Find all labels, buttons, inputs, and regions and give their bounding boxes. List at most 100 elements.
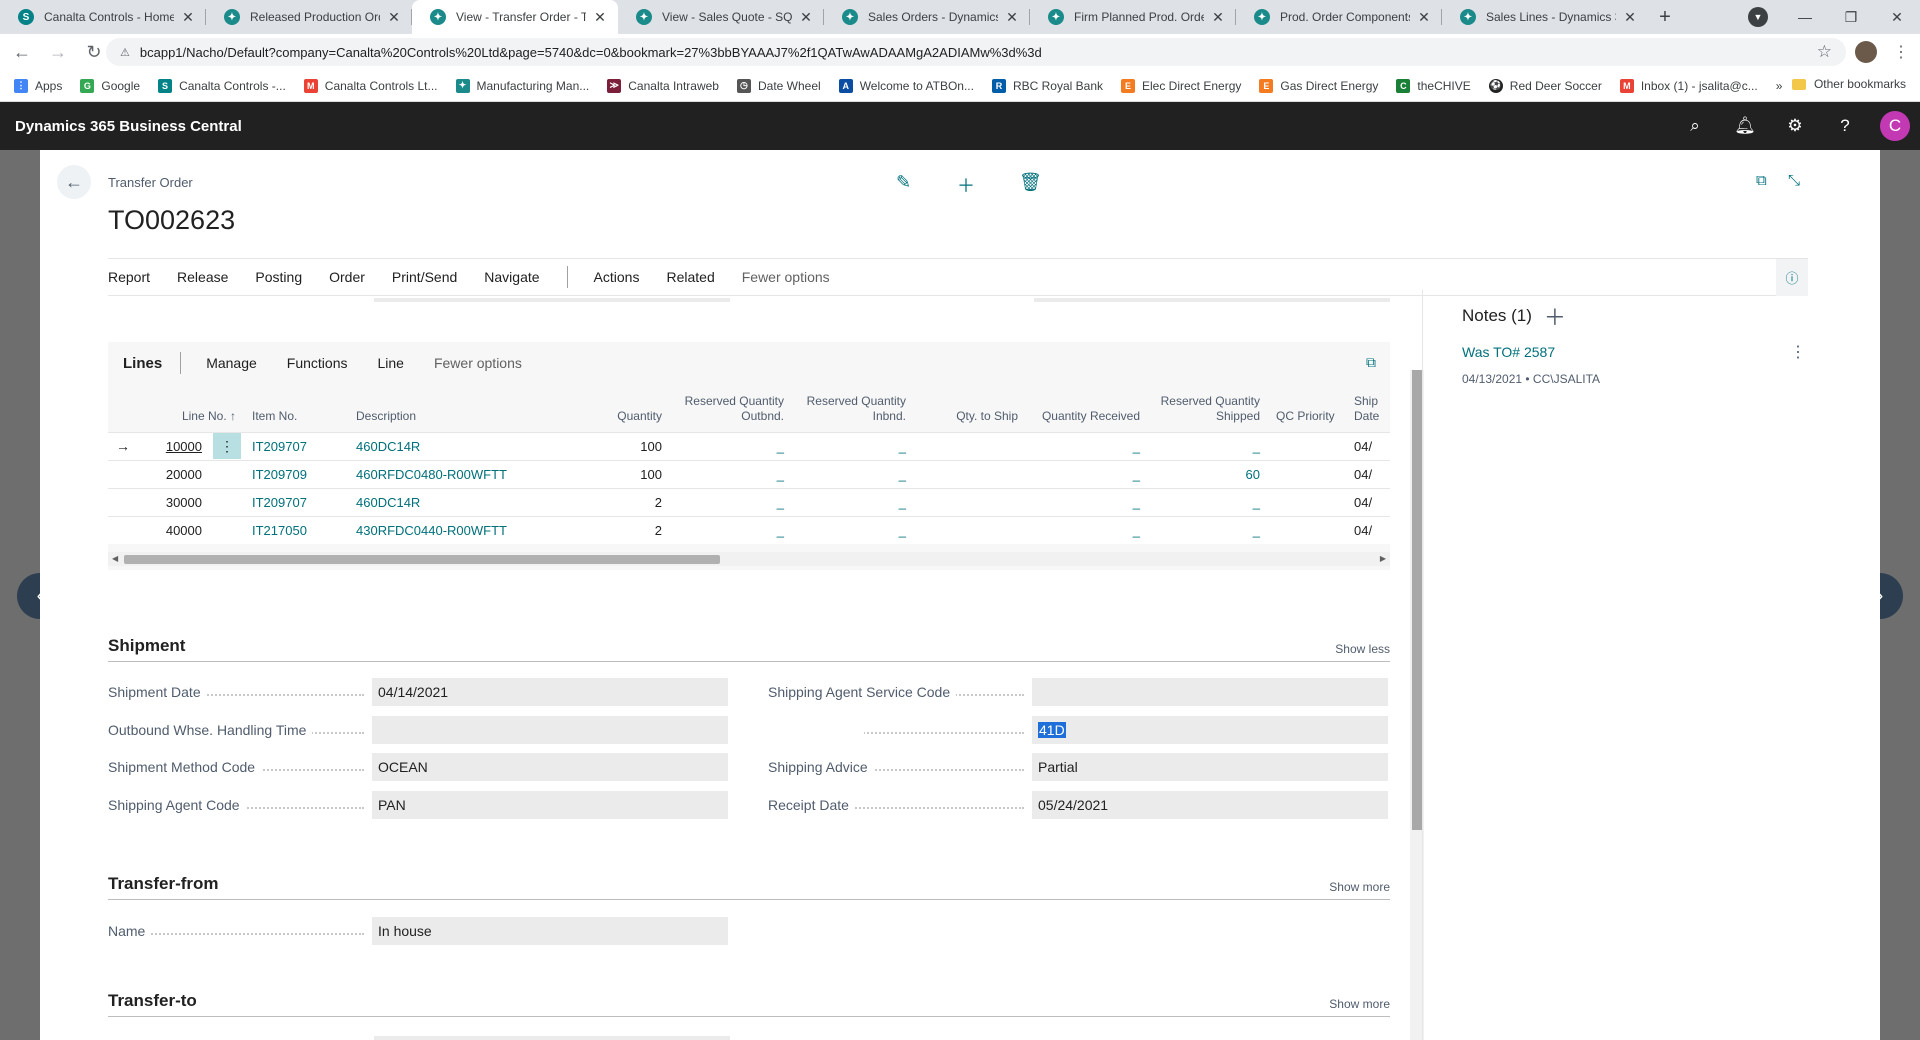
bookmark[interactable]: ◷ Date Wheel [736,78,821,93]
browser-tab[interactable]: ✦ Sales Lines - Dynamics 365 ✕ [1442,0,1648,34]
line-no-cell[interactable]: 40000 [140,515,210,544]
col-qc-priority[interactable]: QC Priority [1268,384,1346,432]
bookmark[interactable]: M Inbox (1) - jsalita@c... [1619,78,1758,93]
close-tab-icon[interactable]: ✕ [798,9,814,26]
collapse-icon[interactable]: ⤡ [1788,172,1800,189]
reserved-shipped-cell[interactable]: _ [1148,487,1268,516]
close-window-icon[interactable]: ✕ [1874,0,1920,34]
line-no-cell[interactable]: 20000 [140,459,210,488]
quantity-received-cell[interactable]: _ [1026,487,1148,516]
delete-trash-icon[interactable]: 🗑︎ [1019,172,1042,193]
add-note-plus-icon[interactable]: ＋ [1544,300,1566,332]
bookmark[interactable]: M Canalta Controls Lt... [303,78,438,93]
reserved-shipped-cell[interactable]: _ [1148,431,1268,460]
scroll-thumb[interactable] [124,555,720,564]
shipment-heading[interactable]: Shipment [108,636,185,656]
reserved-outbnd-cell[interactable]: _ [670,459,792,488]
shipping-agent-service-code-input[interactable] [1032,678,1388,706]
col-quantity-received[interactable]: Quantity Received [1026,384,1148,432]
browser-tab[interactable]: ✦ Released Production Order ✕ [206,0,412,34]
close-tab-icon[interactable]: ✕ [180,9,196,26]
bookmark[interactable]: G Google [80,78,140,93]
table-row[interactable]: 30000 IT209707 460DC14R 2 _ _ _ _ 04/ [108,487,1390,516]
reload-icon[interactable]: ↻ [80,38,108,66]
qc-priority-cell[interactable] [1268,431,1346,460]
line-no-cell[interactable]: 10000 [140,431,210,460]
row-menu-kebab-icon[interactable]: ⋮ [213,433,241,459]
edit-pencil-icon[interactable]: ✎ [896,172,911,193]
item-no-cell[interactable]: IT209707 [244,431,348,460]
close-tab-icon[interactable]: ✕ [1004,9,1020,26]
browser-tab[interactable]: ✦ Firm Planned Prod. Orders ✕ [1030,0,1236,34]
close-tab-icon[interactable]: ✕ [1622,9,1638,26]
shipping-time-input[interactable]: 41D [1032,716,1388,744]
action-related[interactable]: Related [666,269,714,285]
reserved-outbnd-cell[interactable]: _ [670,515,792,544]
bookmark[interactable]: E Gas Direct Energy [1259,78,1378,93]
qty-to-ship-cell[interactable] [914,487,1026,516]
table-row[interactable]: 40000 IT217050 430RFDC0440-R00WFTT 2 _ _… [108,515,1390,544]
qty-to-ship-cell[interactable] [914,431,1026,460]
notes-heading[interactable]: Notes (1) [1462,306,1532,326]
table-row[interactable]: → 10000 ⋮ IT209707 460DC14R 100 _ _ _ _ … [108,431,1390,460]
bookmark[interactable]: ⋮ Apps [14,78,62,93]
quantity-received-cell[interactable]: _ [1026,431,1148,460]
shipment-date-input[interactable]: 04/14/2021 [372,678,728,706]
transfer-from-name-input[interactable]: In house [372,917,728,945]
qc-priority-cell[interactable] [1268,487,1346,516]
col-reserved-outbnd[interactable]: Reserved Quantity Outbnd. [670,384,792,432]
browser-tab[interactable]: ✦ View - Sales Quote - SQ03 ✕ [618,0,824,34]
close-tab-icon[interactable]: ✕ [1210,9,1226,26]
expand-lines-icon[interactable]: ⧉ [1366,354,1376,371]
help-icon[interactable]: ? [1820,116,1870,136]
quantity-cell[interactable]: 100 [520,431,670,460]
restore-icon[interactable]: ❐ [1828,0,1874,34]
settings-gear-icon[interactable]: ⚙ [1770,116,1820,136]
quantity-cell[interactable]: 2 [520,515,670,544]
bookmark-star-icon[interactable]: ☆ [1817,42,1832,62]
open-new-window-icon[interactable]: ⧉ [1756,172,1767,189]
browser-profile-avatar[interactable] [1855,41,1877,63]
quantity-received-cell[interactable]: _ [1026,459,1148,488]
note-menu-kebab-icon[interactable]: ⋮ [1790,342,1806,362]
bookmark[interactable]: A Welcome to ATBOn... [838,78,974,93]
lines-fewer-options[interactable]: Fewer options [434,355,522,371]
bookmarks-overflow-button[interactable]: » [1776,79,1783,93]
shipping-agent-code-input[interactable]: PAN [372,791,728,819]
item-no-cell[interactable]: IT209707 [244,487,348,516]
bookmark[interactable]: CtheCHIVE [1396,78,1471,93]
action-release[interactable]: Release [177,269,228,285]
close-tab-icon[interactable]: ✕ [592,9,608,26]
reserved-shipped-cell[interactable]: 60 [1148,459,1268,488]
reserved-inbnd-cell[interactable]: _ [792,515,914,544]
quantity-received-cell[interactable]: _ [1026,515,1148,544]
bookmark[interactable]: ✦ Manufacturing Man... [455,78,589,93]
note-link[interactable]: Was TO# 2587 [1462,344,1555,360]
col-reserved-inbnd[interactable]: Reserved Quantity Inbnd. [792,384,914,432]
col-reserved-shipped[interactable]: Reserved Quantity Shipped [1148,384,1268,432]
bookmark[interactable]: ⚽ Red Deer Soccer [1488,78,1602,93]
search-icon[interactable]: ⌕ [1670,116,1720,136]
col-description[interactable]: Description [348,384,520,432]
lines-line-menu[interactable]: Line [377,355,403,371]
url-field[interactable]: ⚠ bcapp1/Nacho/Default?company=Canalta%2… [106,38,1846,66]
ship-date-cell[interactable]: 04/ [1346,487,1390,516]
action-print-send[interactable]: Print/Send [392,269,457,285]
ship-date-cell[interactable]: 04/ [1346,431,1390,460]
shipping-advice-select[interactable]: Partial [1032,753,1388,781]
tab-search-icon[interactable]: ▼ [1748,7,1768,27]
notification-bell-icon[interactable]: 🔔︎ [1720,116,1770,136]
reserved-inbnd-cell[interactable]: _ [792,487,914,516]
bookmark[interactable]: S Canalta Controls -... [158,78,286,93]
qty-to-ship-cell[interactable] [914,515,1026,544]
lines-functions-menu[interactable]: Functions [287,355,348,371]
close-tab-icon[interactable]: ✕ [1416,9,1432,26]
col-line-no[interactable]: Line No. ↑ [140,384,244,432]
action-order[interactable]: Order [329,269,365,285]
description-cell[interactable]: 460DC14R [348,487,520,516]
browser-tab[interactable]: ✦ Prod. Order Components ✕ [1236,0,1442,34]
receipt-date-input[interactable]: 05/24/2021 [1032,791,1388,819]
bookmark[interactable]: R RBC Royal Bank [991,78,1103,93]
reserved-inbnd-cell[interactable]: _ [792,431,914,460]
bookmark[interactable]: ≫ Canalta Intraweb [607,78,719,93]
